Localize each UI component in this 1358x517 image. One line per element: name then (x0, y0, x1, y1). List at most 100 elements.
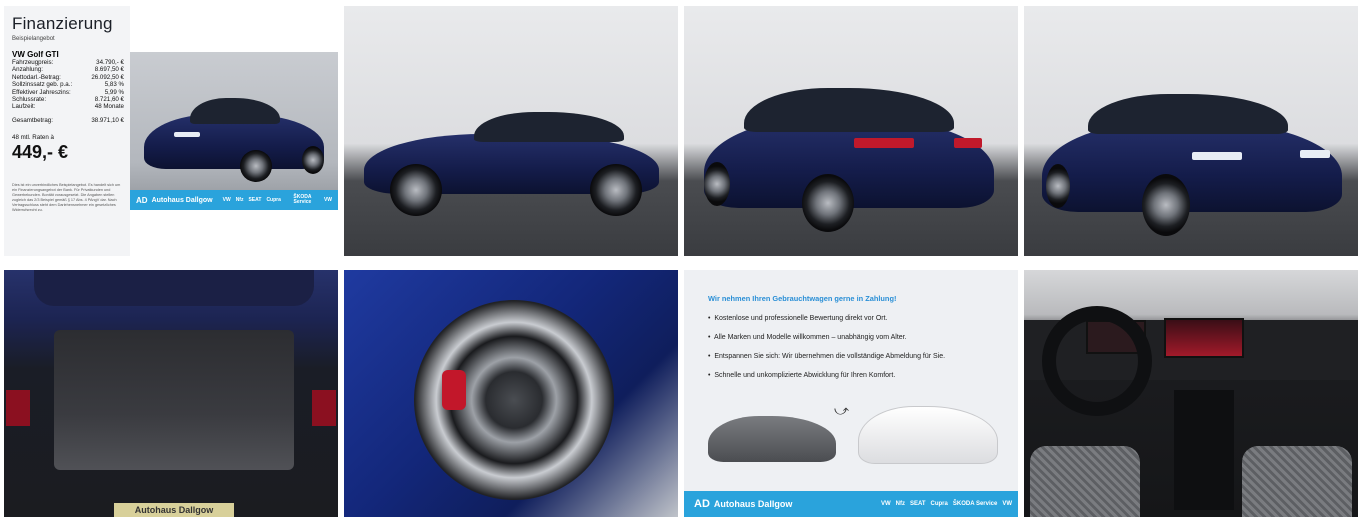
wheel (302, 146, 324, 174)
finance-row: Fahrzeugpreis: 34.790,- € (12, 59, 124, 66)
car-illustration (704, 82, 994, 232)
steering-wheel (1042, 306, 1152, 416)
tradein-item: • Schnelle und unkomplizierte Abwicklung… (708, 372, 896, 379)
finance-panel: Finanzierung Beispielangebot VW Golf GTI… (4, 6, 130, 256)
headlight (1192, 152, 1242, 160)
rate-value: 449,- € (12, 142, 69, 163)
tradein-item-text: Entspannen Sie sich: Wir übernehmen die … (714, 353, 946, 360)
row-label: Laufzeit: (12, 103, 36, 111)
skoda-logo-icon: ŠKODA Service (293, 194, 312, 205)
tradein-item-text: Schnelle und unkomplizierte Abwicklung f… (714, 372, 896, 379)
car-illustration (1042, 90, 1342, 240)
row-label: Anzahlung: (12, 66, 43, 74)
tradein-item-text: Kostenlose und professionelle Bewertung … (714, 315, 888, 322)
brand-logos: VW Nfz SEAT Cupra ŠKODA Service VW (881, 501, 1018, 507)
dealer-name: Autohaus Dallgow (713, 499, 793, 509)
row-label: Effektiver Jahreszins: (12, 88, 71, 96)
car-photo-front[interactable] (1024, 6, 1358, 256)
row-value: 48 Monate (94, 103, 124, 111)
vw-commercial-logo-icon: Nfz (895, 501, 905, 507)
rate-label: 48 mtl. Raten à (12, 134, 54, 142)
seat-logo-icon: SEAT (909, 501, 926, 507)
row-label: Fahrzeugpreis: (12, 59, 54, 66)
infotainment-screen (1164, 318, 1244, 358)
car-body (1042, 122, 1342, 212)
trunk-floor (54, 330, 294, 470)
total-value: 38.971,10 € (91, 116, 124, 124)
vw-service-logo-icon: VW (1002, 501, 1012, 507)
tradein-item: • Alle Marken und Modelle willkommen – u… (708, 334, 907, 341)
car-window (190, 98, 280, 124)
finance-row: Schlussrate: 8.721,60 € (12, 96, 124, 103)
car-photo-trunk[interactable]: Autohaus Dallgow (4, 270, 338, 517)
tradein-item: • Kostenlose und professionelle Bewertun… (708, 315, 888, 322)
row-value: 8.721,60 € (94, 96, 124, 104)
finance-row: Effektiver Jahreszins: 5,99 % (12, 89, 124, 96)
skoda-logo-icon: ŠKODA Service (952, 501, 998, 507)
finance-row: Nettodarl.-Betrag: 26.092,50 € (12, 74, 124, 81)
headlight (1300, 150, 1330, 158)
vw-service-logo-icon: VW (323, 196, 332, 203)
row-label: Sollzinssatz geb. p.a.: (12, 81, 73, 89)
row-value: 5,99 % (104, 88, 124, 96)
total-label: Gesamtbetrag: (12, 116, 53, 124)
brake-caliper (442, 370, 466, 410)
tradein-info: Wir nehmen Ihren Gebrauchtwagen gerne in… (708, 294, 1004, 379)
tradein-info-tile[interactable]: Wir nehmen Ihren Gebrauchtwagen gerne in… (684, 270, 1018, 517)
row-value: 8.697,50 € (94, 66, 124, 74)
vw-logo-icon: VW (222, 196, 231, 203)
seat-logo-icon: SEAT (248, 196, 262, 203)
row-value: 34.790,- € (96, 59, 124, 66)
tradein-item: • Entspannen Sie sich: Wir übernehmen di… (708, 353, 946, 360)
vw-commercial-logo-icon: Nfz (235, 196, 244, 203)
finance-row: Sollzinssatz geb. p.a.: 5,83 % (12, 81, 124, 88)
dealer-logo: AD Autohaus Dallgow (136, 196, 213, 205)
car-illustration (364, 106, 659, 216)
wheel (704, 162, 730, 206)
finance-row: Laufzeit: 48 Monate (12, 103, 124, 110)
finance-offer-tile[interactable]: Finanzierung Beispielangebot VW Golf GTI… (4, 6, 338, 256)
dealer-logo-mark: AD (694, 498, 710, 510)
dealer-plate: Autohaus Dallgow (114, 503, 234, 517)
wheel (390, 164, 442, 216)
row-label: Nettodarl.-Betrag: (12, 73, 61, 81)
wheel (590, 164, 642, 216)
curved-arrow-icon: ⤻ (834, 402, 849, 418)
used-car-illustration (708, 416, 836, 462)
car-photo-wheel[interactable] (344, 270, 678, 517)
car-photo-interior[interactable] (1024, 270, 1358, 517)
model-name: VW Golf GTI (12, 50, 59, 59)
dealer-banner: AD Autohaus Dallgow VW Nfz SEAT Cupra ŠKO… (684, 491, 1018, 517)
finance-fineprint: Dies ist ein unverbindliches Beispielang… (12, 183, 121, 213)
wheel (240, 150, 272, 182)
taillight (954, 138, 982, 148)
taillight (6, 390, 30, 426)
dealer-logo-mark: AD (136, 195, 148, 205)
photo-gallery: Finanzierung Beispielangebot VW Golf GTI… (0, 0, 1358, 517)
car-photo-side[interactable] (344, 6, 678, 256)
wheel (802, 174, 854, 232)
row-label: Schlussrate: (12, 96, 47, 104)
trunk-lid (34, 270, 314, 306)
dealer-banner: AD Autohaus Dallgow VW Nfz SEAT Cupra ŠKO… (130, 190, 338, 210)
cupra-logo-icon: Cupra (930, 501, 948, 507)
seat (1242, 446, 1352, 517)
seat (1030, 446, 1140, 517)
car-window (1088, 94, 1288, 134)
car-illustration (144, 92, 324, 192)
car-photo-front-three-quarter (130, 52, 338, 210)
finance-total-row: Gesamtbetrag: 38.971,10 € (12, 117, 124, 124)
center-console (1174, 390, 1234, 510)
car-photo-rear[interactable] (684, 6, 1018, 256)
car-window (474, 112, 624, 142)
new-car-illustration (858, 406, 998, 464)
tradein-cars: ⤻ (708, 402, 1000, 472)
car-window (744, 88, 954, 132)
row-value: 26.092,50 € (91, 73, 124, 81)
tradein-heading: Wir nehmen Ihren Gebrauchtwagen gerne in… (708, 294, 897, 303)
vw-logo-icon: VW (880, 501, 891, 507)
tradein-item-text: Alle Marken und Modelle willkommen – una… (713, 334, 907, 341)
cupra-logo-icon: Cupra (266, 196, 281, 203)
finance-row: Anzahlung: 8.697,50 € (12, 66, 124, 73)
headlight (174, 132, 200, 137)
